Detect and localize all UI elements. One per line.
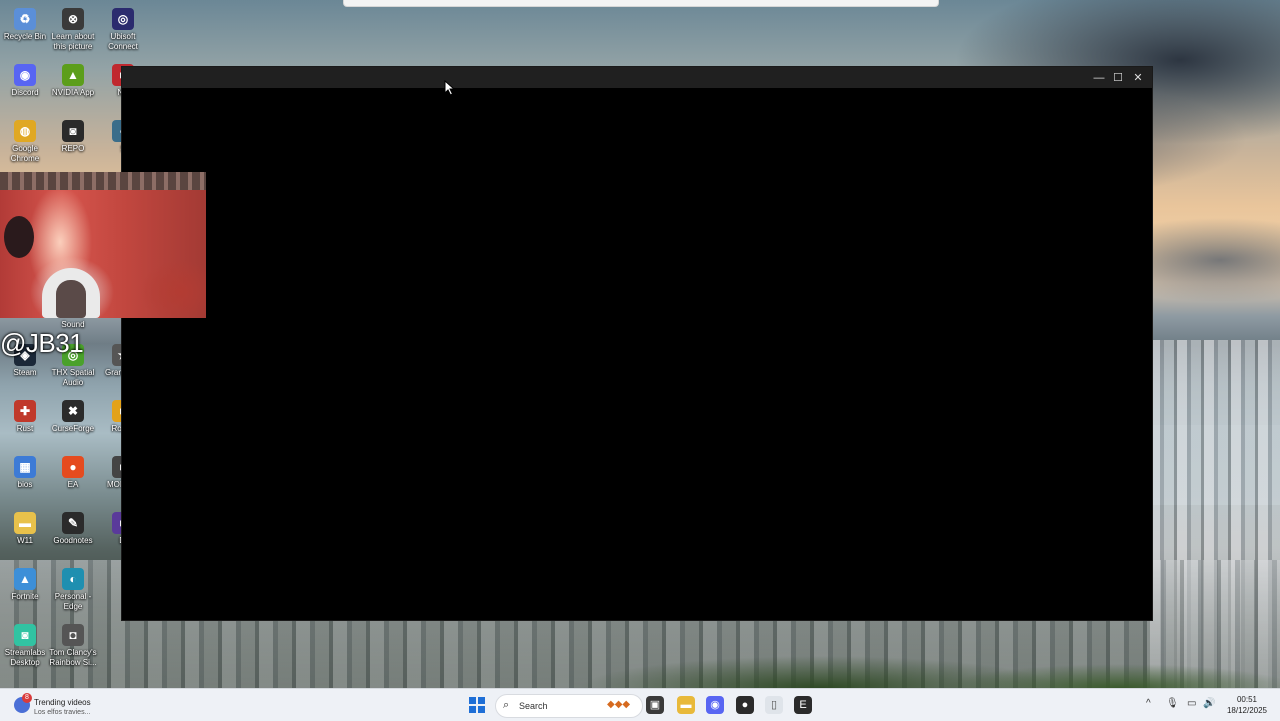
desktop-icon-label: EA <box>67 480 79 489</box>
windows-logo-pane <box>478 697 485 704</box>
desktop-app-icon: ✖ <box>62 400 84 422</box>
widgets-button[interactable]: 8 Trending videos Los elfos travies... <box>10 693 130 717</box>
widgets-title: Trending videos <box>34 698 91 707</box>
desktop-app-icon: ✚ <box>14 400 36 422</box>
webcam-lamp <box>4 216 34 258</box>
search-placeholder: Search <box>519 701 548 711</box>
wallpaper-forest <box>420 640 1280 688</box>
minimize-button[interactable]: — <box>1091 70 1107 86</box>
desktop-app-icon: ◉ <box>14 64 36 86</box>
search-highlight-icon: ◆◆◆ <box>607 699 631 710</box>
desktop-icon-label: THX Spatial Audio <box>51 368 95 387</box>
taskbar: 8 Trending videos Los elfos travies... ⌕… <box>0 688 1280 721</box>
widgets-badge: 8 <box>22 693 32 703</box>
desktop-icon[interactable]: ⊗ Learn about this picture <box>45 4 101 60</box>
taskbar-search[interactable]: ⌕ Search ◆◆◆ <box>495 694 643 718</box>
desktop-app-icon: ● <box>62 456 84 478</box>
desktop-icon-label: Goodnotes <box>53 536 93 545</box>
window-titlebar[interactable]: — ☐ ✕ <box>122 67 1152 88</box>
desktop-app-icon: ▲ <box>14 568 36 590</box>
close-button[interactable]: ✕ <box>1130 70 1146 86</box>
desktop-icon-label: Learn about this picture <box>51 32 95 51</box>
taskbar-epic-games-icon[interactable]: E <box>794 696 812 714</box>
windows-logo-pane <box>469 706 476 713</box>
desktop-app-icon: ▲ <box>62 64 84 86</box>
desktop-icon[interactable]: ◎ Ubisoft Connect <box>95 4 151 60</box>
taskbar-task-view-icon[interactable]: ▣ <box>646 696 664 714</box>
microphone-icon[interactable]: 🎙 <box>1166 698 1179 709</box>
desktop-icon[interactable]: ◐ Personal - Edge <box>45 564 101 620</box>
desktop-app-icon: ▦ <box>14 456 36 478</box>
webcam-person-face <box>56 280 86 318</box>
maximize-button[interactable]: ☐ <box>1110 70 1126 86</box>
start-button[interactable] <box>469 697 485 713</box>
system-clock[interactable]: 00:51 18/12/2025 <box>1222 694 1272 716</box>
taskbar-file-explorer-icon[interactable]: ▬ <box>677 696 695 714</box>
desktop-icon-label: Ubisoft Connect <box>108 32 138 51</box>
desktop-icon-label: REPO <box>61 144 85 153</box>
volume-icon[interactable]: 🔊 <box>1203 698 1215 709</box>
network-icon[interactable]: ▭ <box>1187 698 1196 709</box>
desktop-icon-label: Tom Clancy's Rainbow Si... <box>49 648 97 667</box>
desktop-app-icon: ▬ <box>14 512 36 534</box>
desktop-app-icon: ◙ <box>62 120 84 142</box>
taskbar-notepad-icon[interactable]: ▯ <box>765 696 783 714</box>
desktop-icon[interactable]: ◘ Tom Clancy's Rainbow Si... <box>45 620 101 676</box>
streamer-watermark: @JB31 <box>0 328 84 358</box>
desktop-icon[interactable]: ✖ CurseForge <box>45 396 101 452</box>
desktop-icon[interactable]: ◙ REPO <box>45 116 101 172</box>
desktop-app-icon: ⊗ <box>62 8 84 30</box>
tray-overflow-chevron-icon[interactable]: ^ <box>1146 698 1151 709</box>
desktop-icon[interactable]: ● EA <box>45 452 101 508</box>
desktop-icon[interactable]: ✎ Goodnotes <box>45 508 101 564</box>
desktop-app-icon: ♻ <box>14 8 36 30</box>
taskbar-discord-icon[interactable]: ◉ <box>706 696 724 714</box>
desktop-app-icon: ◙ <box>14 624 36 646</box>
search-icon: ⌕ <box>503 699 510 711</box>
widgets-subtitle: Los elfos travies... <box>34 709 91 716</box>
windows-logo-icon <box>469 697 476 704</box>
desktop-icon-label: NVIDIA App <box>51 88 95 97</box>
desktop-app-icon: ◐ <box>62 568 84 590</box>
mouse-cursor-icon <box>444 80 454 96</box>
desktop-app-icon: ✎ <box>62 512 84 534</box>
desktop-app-icon: ◘ <box>62 624 84 646</box>
windows-logo-pane <box>478 706 485 713</box>
desktop-app-icon: ◍ <box>14 120 36 142</box>
webcam-ceiling <box>0 172 206 190</box>
desktop-icon-label: CurseForge <box>51 424 95 433</box>
clock-time: 00:51 <box>1236 695 1258 704</box>
clock-date: 18/12/2025 <box>1226 706 1268 715</box>
app-window[interactable]: — ☐ ✕ <box>121 66 1153 621</box>
desktop-app-icon: ◎ <box>112 8 134 30</box>
taskbar-obs-icon[interactable]: ● <box>736 696 754 714</box>
desktop-icon[interactable]: ▲ NVIDIA App <box>45 60 101 116</box>
webcam-overlay <box>0 172 206 318</box>
top-notification-bar <box>343 0 939 7</box>
desktop-icon-label: Personal - Edge <box>54 592 92 611</box>
